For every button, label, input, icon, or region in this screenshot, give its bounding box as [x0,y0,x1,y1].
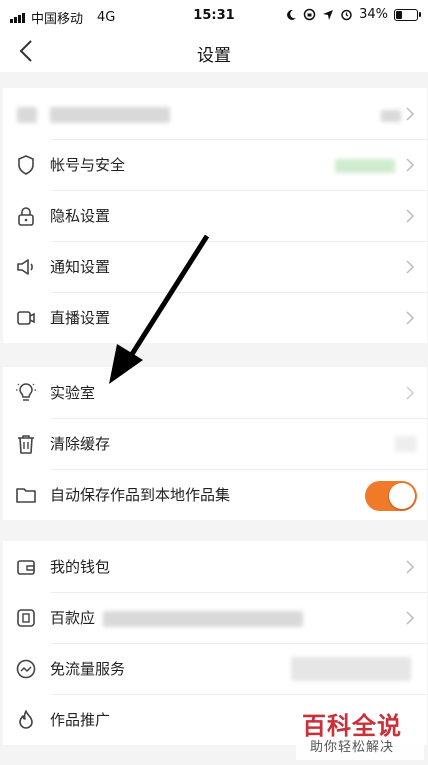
clear-cache-label: 清除缓存 [50,435,111,453]
account-security-row[interactable]: 帐号与安全 [3,139,427,190]
location-icon [323,9,334,20]
blurred-profile-name [50,107,170,123]
trash-icon [18,435,34,454]
apps-label: 百款应 [50,609,96,627]
wallet-label: 我的钱包 [50,558,111,576]
promotion-label: 作品推广 [50,711,111,729]
chevron-right-icon [406,209,415,223]
clear-cache-row[interactable]: 清除缓存 [3,418,427,469]
app-icon [17,609,35,627]
live-settings-row[interactable]: 直播设置 [3,292,427,343]
chevron-right-icon [406,260,415,274]
watermark-subtitle: 助你轻松解决 [310,740,395,755]
status-bar: 中国移动 4G 15:31 34% [0,0,428,32]
notification-settings-row[interactable]: 通知设置 [3,241,427,292]
alarm-icon [341,9,352,21]
wallet-row[interactable]: 我的钱包 [3,541,427,592]
camera-icon [17,311,35,325]
toggle-knob [389,483,415,509]
free-data-row[interactable]: 免流量服务 [3,643,427,694]
trend-icon [16,659,36,679]
wallet-icon [17,560,35,575]
apps-row[interactable]: 百款应 [3,592,427,643]
chevron-right-icon [406,386,415,400]
auto-save-label: 自动保存作品到本地作品集 [50,486,231,504]
lab-row[interactable]: 实验室 [3,367,427,418]
annotation-arrow [109,234,210,384]
watermark: 百科全说 助你轻松解决 [296,704,424,760]
folder-icon [16,488,36,503]
profile-row[interactable] [3,88,427,139]
speaker-icon [17,259,33,275]
chevron-right-icon [406,158,415,172]
chevron-right-icon [406,107,415,121]
auto-save-toggle[interactable] [365,481,417,511]
navigation-bar: 设置 [0,32,428,72]
free-data-label: 免流量服务 [50,660,126,678]
moon-icon [287,9,297,20]
privacy-settings-row[interactable]: 隐私设置 [3,190,427,241]
lab-label: 实验室 [50,384,96,402]
blurred-profile-value [381,110,401,122]
blurred-avatar [17,107,37,123]
battery-percent: 34% [359,7,388,22]
auto-save-row: 自动保存作品到本地作品集 [3,469,427,520]
blurred-cache-size [395,436,417,452]
battery-icon [394,8,421,21]
status-right: 34% [285,7,421,22]
lock-icon [18,207,34,226]
settings-group-tools: 实验室 清除缓存 自动保存作品到本地作品集 [3,367,427,520]
blurred-free-data-status [291,657,411,681]
fire-icon [19,710,33,729]
shield-icon [18,155,34,175]
chevron-right-icon [406,611,415,625]
chevron-right-icon [406,311,415,325]
chevron-right-icon [406,560,415,574]
blurred-apps-text [103,611,303,627]
privacy-settings-label: 隐私设置 [50,207,111,225]
lock-rotation-icon [303,8,316,21]
lightbulb-icon [16,383,36,401]
blurred-security-status [335,159,395,173]
page-title: 设置 [197,46,231,66]
account-security-label: 帐号与安全 [50,156,126,174]
settings-group-account: 帐号与安全 隐私设置 通知设置 直播设置 [3,88,427,343]
